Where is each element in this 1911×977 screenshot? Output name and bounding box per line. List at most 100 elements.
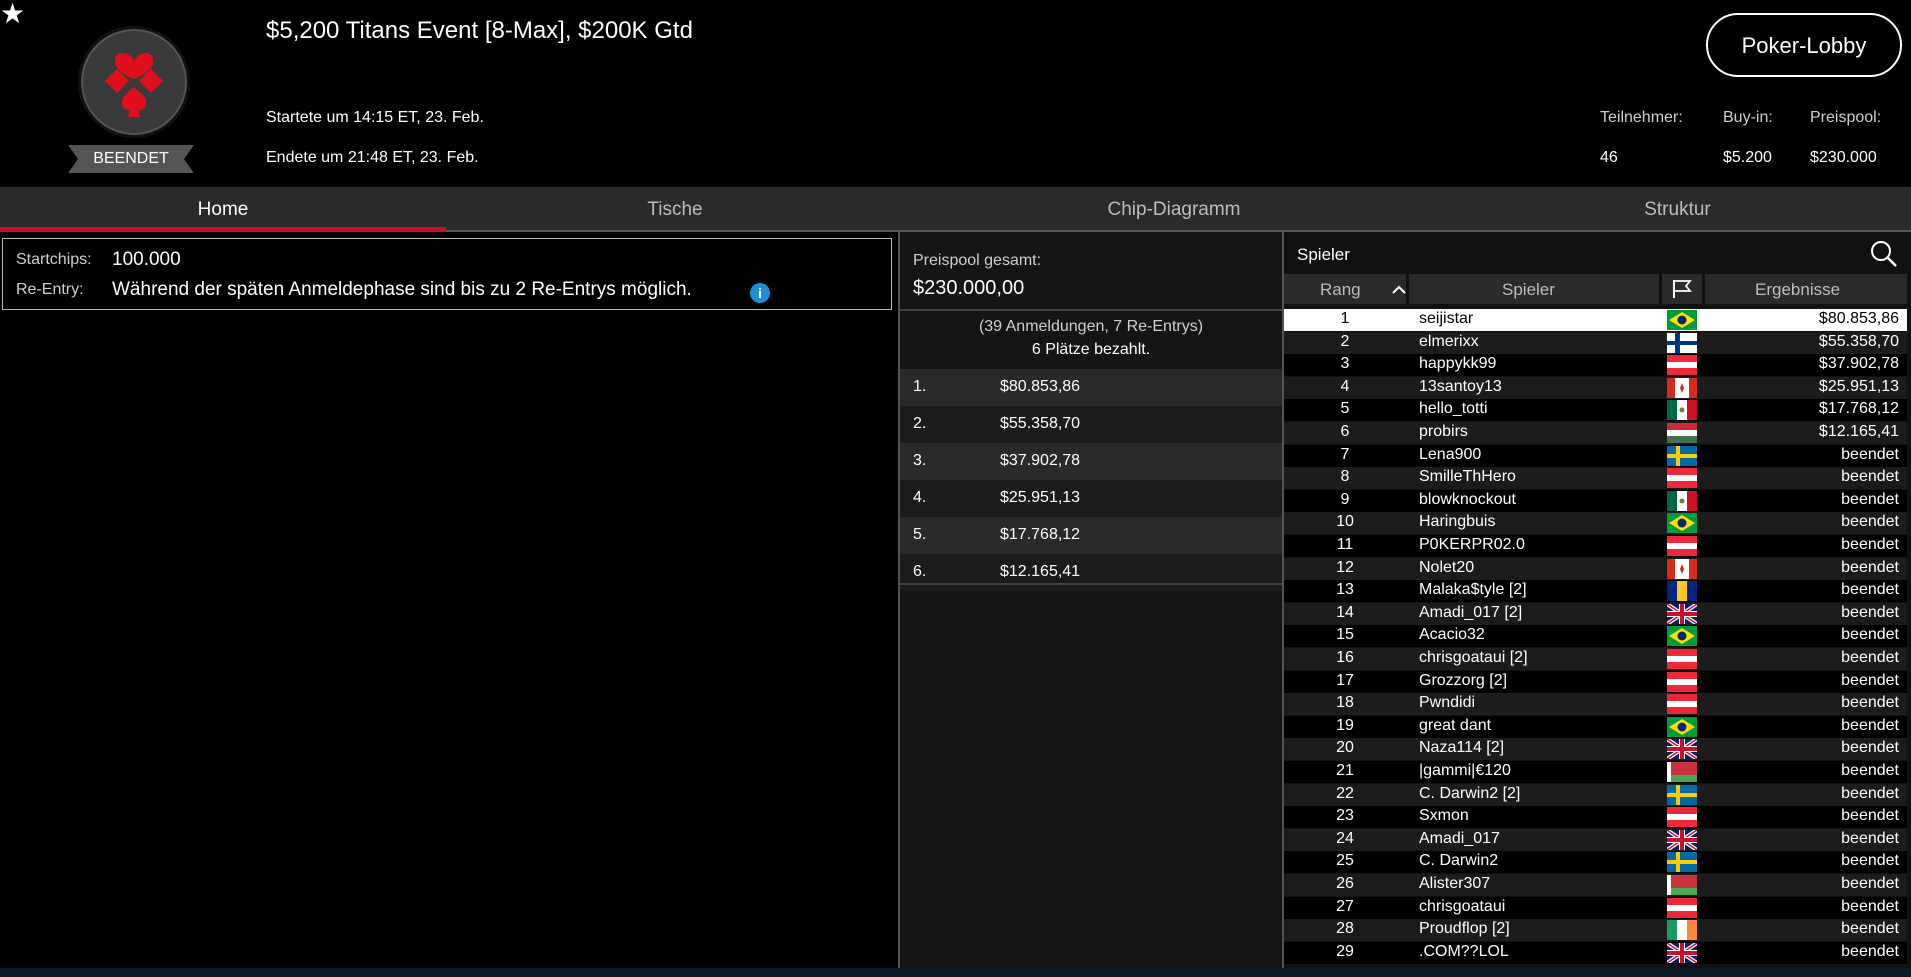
player-row[interactable]: 14 Amadi_017 [2] beendet xyxy=(1284,602,1907,625)
player-name: chrisgoataui [2] xyxy=(1419,649,1528,666)
tab-tables[interactable]: Tische xyxy=(446,187,904,232)
player-row[interactable]: 2 elmerixx $55.358,70 xyxy=(1284,331,1907,354)
player-rank: 18 xyxy=(1336,694,1354,712)
player-result: beendet xyxy=(1841,762,1899,779)
player-row[interactable]: 29 .COM??LOL beendet xyxy=(1284,941,1907,964)
column-header-results[interactable]: Ergebnisse xyxy=(1705,274,1907,304)
player-rank: 7 xyxy=(1340,445,1350,463)
buyin-value: $5.200 xyxy=(1723,149,1772,166)
player-name: Proudflop [2] xyxy=(1419,920,1510,938)
player-result: beendet xyxy=(1841,897,1899,915)
player-row[interactable]: 22 C. Darwin2 [2] beendet xyxy=(1284,783,1907,806)
player-name: Malaka$tyle [2] xyxy=(1419,581,1527,599)
favorite-star-icon[interactable]: ★ xyxy=(0,0,28,28)
tab-home[interactable]: Home xyxy=(0,187,446,232)
prizepool-label: Preispool: xyxy=(1810,109,1882,126)
player-name: Pwndidi xyxy=(1419,694,1476,712)
player-result: beendet xyxy=(1841,784,1899,802)
players-panel-title: Spieler xyxy=(1297,245,1350,264)
tournament-title: $5,200 Titans Event [8-Max], $200K Gtd xyxy=(266,17,693,44)
suits-logo-icon xyxy=(78,26,190,138)
payout-row: 4. $25.951,13 xyxy=(900,480,1282,517)
austria-flag-icon xyxy=(1667,355,1697,376)
player-rank: 3 xyxy=(1340,355,1350,373)
player-row[interactable]: 7 Lena900 beendet xyxy=(1284,444,1907,467)
prizepool-value: $230.000 xyxy=(1810,149,1877,166)
player-row[interactable]: 3 happykk99 $37.902,78 xyxy=(1284,354,1907,377)
canada-flag-icon xyxy=(1667,558,1697,579)
player-result: beendet xyxy=(1841,920,1899,938)
info-icon[interactable]: i xyxy=(750,283,770,303)
player-rank: 16 xyxy=(1336,649,1354,666)
player-row[interactable]: 20 Naza114 [2] beendet xyxy=(1284,738,1907,761)
player-rank: 14 xyxy=(1336,603,1354,621)
player-rank: 29 xyxy=(1336,942,1354,960)
player-row[interactable]: 10 Haringbuis beendet xyxy=(1284,512,1907,535)
player-name: C. Darwin2 xyxy=(1419,852,1499,870)
payout-row: 5. $17.768,12 xyxy=(900,517,1282,554)
payout-amount: $12.165,41 xyxy=(1000,563,1081,580)
player-row[interactable]: 18 Pwndidi beendet xyxy=(1284,693,1907,716)
player-name: Alister307 xyxy=(1419,875,1491,892)
player-result: beendet xyxy=(1841,603,1899,621)
payout-place: 1. xyxy=(913,378,927,395)
player-name: SmilleThHero xyxy=(1419,468,1516,486)
player-rank: 17 xyxy=(1336,671,1354,689)
player-row[interactable]: 4 13santoy13 $25.951,13 xyxy=(1284,376,1907,399)
player-name: Naza114 [2] xyxy=(1419,739,1505,757)
player-row[interactable]: 9 blowknockout beendet xyxy=(1284,489,1907,512)
end-time: Endete um 21:48 ET, 23. Feb. xyxy=(266,149,479,166)
players-count-value: 46 xyxy=(1600,149,1618,166)
payout-row: 3. $37.902,78 xyxy=(900,443,1282,480)
player-row[interactable]: 28 Proudflop [2] beendet xyxy=(1284,919,1907,942)
player-result: beendet xyxy=(1841,558,1899,576)
payout-place: 4. xyxy=(913,489,927,506)
player-row[interactable]: 23 Sxmon beendet xyxy=(1284,806,1907,829)
column-header-flag[interactable] xyxy=(1662,274,1702,304)
column-header-rank[interactable]: Rang xyxy=(1284,274,1406,304)
startchips-label: Startchips: xyxy=(16,251,92,268)
player-name: Nolet20 xyxy=(1419,558,1475,576)
player-row[interactable]: 16 chrisgoataui [2] beendet xyxy=(1284,648,1907,670)
player-result: beendet xyxy=(1841,694,1899,712)
payout-row: 6. $12.165,41 xyxy=(900,554,1282,591)
tab-structure[interactable]: Struktur xyxy=(1444,187,1911,232)
player-name: hello_totti xyxy=(1419,400,1488,418)
player-row[interactable]: 12 Nolet20 beendet xyxy=(1284,557,1907,580)
mexico-flag-icon xyxy=(1667,490,1697,511)
player-rank: 5 xyxy=(1340,400,1350,418)
player-row[interactable]: 19 great dant beendet xyxy=(1284,715,1907,738)
poker-lobby-button[interactable]: Poker-Lobby xyxy=(1706,13,1902,77)
player-result: beendet xyxy=(1841,942,1899,960)
player-row[interactable]: 1 seijistar $80.853,86 xyxy=(1284,309,1907,331)
player-row[interactable]: 26 Alister307 beendet xyxy=(1284,874,1907,896)
column-header-player[interactable]: Spieler xyxy=(1409,274,1659,304)
player-result: beendet xyxy=(1841,626,1899,644)
player-row[interactable]: 15 Acacio32 beendet xyxy=(1284,625,1907,648)
player-name: chrisgoataui xyxy=(1419,897,1506,915)
divider xyxy=(900,583,1282,585)
player-result: beendet xyxy=(1841,581,1899,599)
player-row[interactable]: 25 C. Darwin2 beendet xyxy=(1284,851,1907,874)
player-result: $37.902,78 xyxy=(1818,355,1899,373)
start-time: Startete um 14:15 ET, 23. Feb. xyxy=(266,109,484,126)
player-row[interactable]: 27 chrisgoataui beendet xyxy=(1284,896,1907,919)
player-row[interactable]: 13 Malaka$tyle [2] beendet xyxy=(1284,580,1907,603)
payout-place: 2. xyxy=(913,415,927,432)
austria-flag-icon xyxy=(1667,536,1697,556)
player-row[interactable]: 6 probirs $12.165,41 xyxy=(1284,422,1907,444)
payout-row: 2. $55.358,70 xyxy=(900,406,1282,443)
player-row[interactable]: 17 Grozzorg [2] beendet xyxy=(1284,670,1907,693)
tournament-header: ★ BEENDET $5,200 Titans Event [8-Max], $… xyxy=(0,0,1911,187)
tab-chip-chart[interactable]: Chip-Diagramm xyxy=(904,187,1444,232)
player-result: beendet xyxy=(1841,807,1899,825)
brazil-flag-icon xyxy=(1667,310,1697,330)
player-row[interactable]: 24 Amadi_017 beendet xyxy=(1284,828,1907,851)
player-row[interactable]: 8 SmilleThHero beendet xyxy=(1284,467,1907,490)
player-row[interactable]: 11 P0KERPR02.0 beendet xyxy=(1284,535,1907,557)
players-count-label: Teilnehmer: xyxy=(1600,109,1683,126)
player-row[interactable]: 21 |gammi|€120 beendet xyxy=(1284,761,1907,783)
search-icon[interactable] xyxy=(1870,240,1898,268)
player-row[interactable]: 5 hello_totti $17.768,12 xyxy=(1284,399,1907,422)
payout-amount: $17.768,12 xyxy=(1000,526,1081,543)
